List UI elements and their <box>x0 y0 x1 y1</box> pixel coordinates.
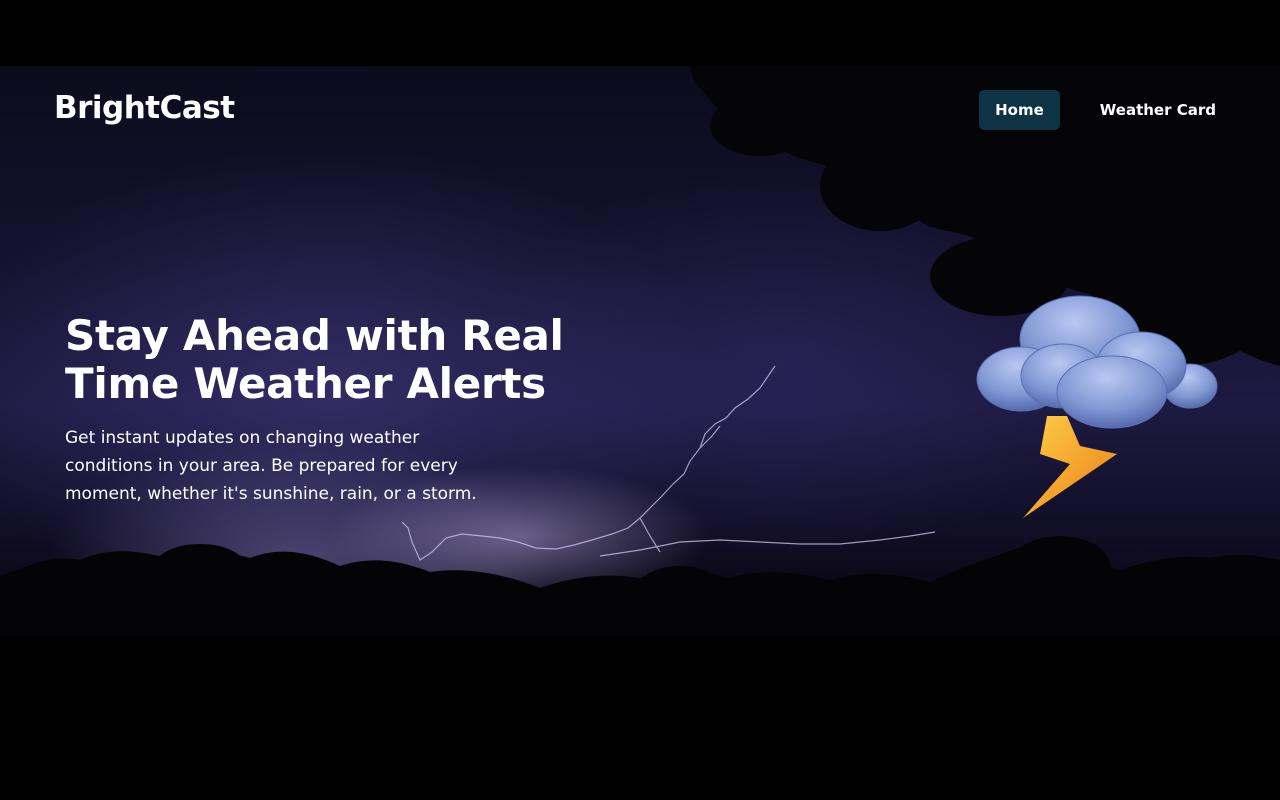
nav-home-button[interactable]: Home <box>979 90 1060 130</box>
hero-text-block: Stay Ahead with Real Time Weather Alerts… <box>65 312 585 508</box>
page: BrightCast Home Weather Card Stay Ahead … <box>0 0 1280 800</box>
nav-weather-card-button[interactable]: Weather Card <box>1084 90 1232 130</box>
brand-logo[interactable]: BrightCast <box>54 90 235 126</box>
top-navbar: BrightCast Home Weather Card <box>0 66 1280 156</box>
hero-title: Stay Ahead with Real Time Weather Alerts <box>65 311 564 408</box>
nav-links: Home Weather Card <box>979 90 1232 130</box>
thunderstorm-cloud-icon <box>976 295 1218 518</box>
hero-description: Get instant updates on changing weather … <box>65 428 477 504</box>
